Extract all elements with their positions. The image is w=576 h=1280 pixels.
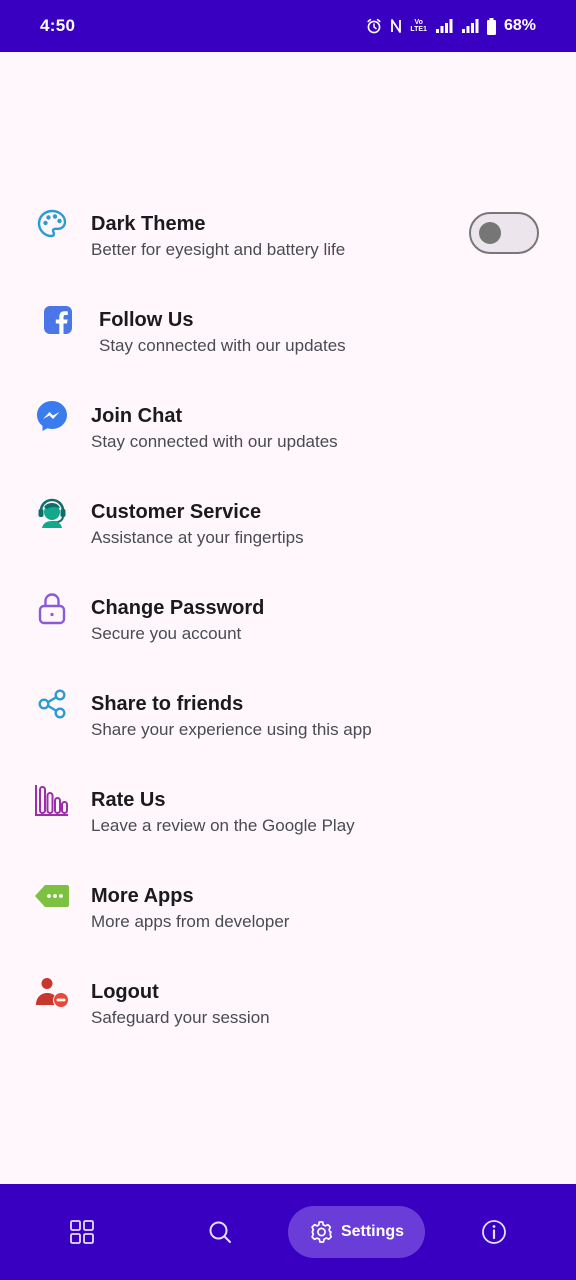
share-icon [34, 686, 70, 722]
volte-indicator: Vo LTE1 [410, 19, 427, 33]
setting-title: Share to friends [91, 693, 244, 715]
status-icons: Vo LTE1 68% [366, 17, 536, 35]
setting-row-rate-us[interactable]: Rate Us Leave a review on the Google Pla… [0, 768, 576, 864]
setting-title: More Apps [91, 885, 194, 907]
status-bar: 4:50 Vo LTE1 68% [0, 0, 576, 52]
setting-title: Join Chat [91, 405, 183, 427]
setting-subtitle: More apps from developer [91, 912, 290, 931]
lock-icon [34, 590, 70, 626]
setting-title: Follow Us [99, 309, 194, 331]
signal-icon-2 [461, 19, 479, 33]
battery-percent: 68% [503, 17, 536, 34]
setting-title: Customer Service [91, 501, 262, 523]
nav-home[interactable] [58, 1206, 106, 1258]
status-time: 4:50 [40, 16, 76, 35]
facebook-icon [40, 302, 76, 338]
bar-chart-icon [34, 782, 70, 818]
grid-icon [70, 1220, 94, 1244]
setting-title: Change Password [91, 597, 265, 619]
search-icon [209, 1221, 231, 1243]
setting-title: Logout [91, 981, 159, 1003]
setting-row-customer-service[interactable]: Customer Service Assistance at your fing… [0, 480, 576, 576]
setting-row-more-apps[interactable]: More Apps More apps from developer [0, 864, 576, 960]
gear-icon [311, 1221, 332, 1243]
setting-subtitle: Safeguard your session [91, 1008, 270, 1027]
setting-subtitle: Better for eyesight and battery life [91, 240, 346, 259]
messenger-icon [34, 398, 70, 434]
info-icon [482, 1220, 506, 1244]
setting-subtitle: Secure you account [91, 624, 242, 643]
setting-subtitle: Share your experience using this app [91, 720, 372, 739]
user-remove-icon [34, 974, 70, 1010]
nav-info[interactable] [470, 1206, 518, 1258]
setting-title: Rate Us [91, 789, 166, 811]
setting-row-share[interactable]: Share to friends Share your experience u… [0, 672, 576, 768]
nfc-icon [391, 19, 402, 33]
setting-row-follow-us[interactable]: Follow Us Stay connected with our update… [0, 288, 576, 384]
setting-row-join-chat[interactable]: Join Chat Stay connected with our update… [0, 384, 576, 480]
setting-subtitle: Stay connected with our updates [91, 432, 338, 451]
toggle-knob [479, 222, 501, 244]
nav-settings-label: Settings [340, 1223, 405, 1240]
settings-screen: Dark Theme Better for eyesight and batte… [0, 52, 576, 1184]
dark-theme-toggle[interactable] [469, 212, 539, 254]
bottom-nav: Settings [0, 1184, 576, 1280]
signal-icon [435, 19, 453, 33]
battery-icon [486, 17, 496, 35]
setting-row-logout[interactable]: Logout Safeguard your session [0, 960, 576, 1056]
setting-row-dark-theme[interactable]: Dark Theme Better for eyesight and batte… [0, 192, 576, 288]
nav-search[interactable] [196, 1206, 244, 1258]
setting-subtitle: Assistance at your fingertips [91, 528, 304, 547]
nav-settings[interactable]: Settings [288, 1206, 425, 1258]
setting-row-change-password[interactable]: Change Password Secure you account [0, 576, 576, 672]
setting-title: Dark Theme [91, 213, 206, 235]
palette-icon [34, 206, 70, 242]
settings-list: Dark Theme Better for eyesight and batte… [0, 192, 576, 1056]
setting-subtitle: Stay connected with our updates [99, 336, 346, 355]
headset-icon [34, 494, 70, 530]
setting-subtitle: Leave a review on the Google Play [91, 816, 355, 835]
tag-icon [34, 878, 70, 914]
alarm-icon [367, 18, 381, 34]
